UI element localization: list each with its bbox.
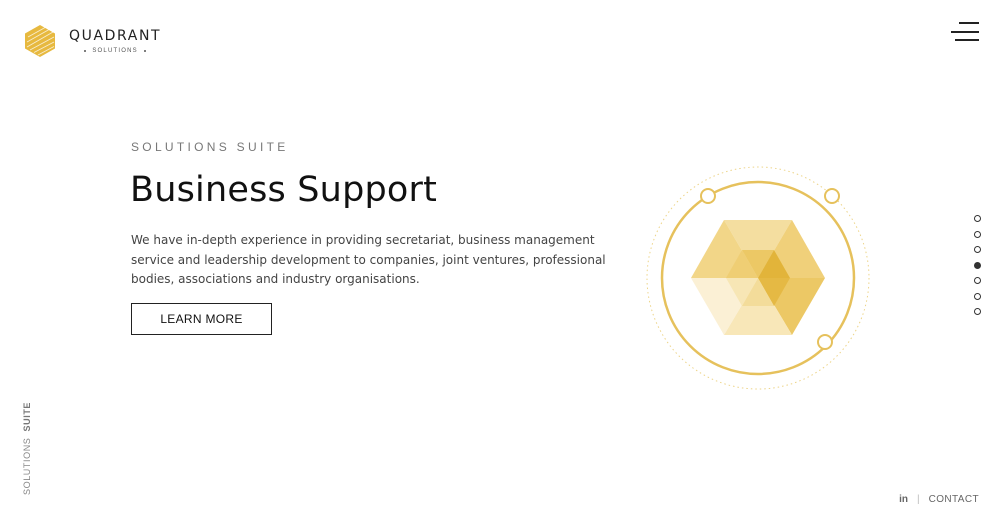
side-label-light: SOLUTIONS: [22, 437, 32, 495]
brand-name: QUADRANT: [69, 28, 162, 44]
dot-decoration: [143, 50, 146, 52]
section-pagination: [974, 215, 981, 315]
logo-text: QUADRANT SOLUTIONS: [69, 28, 161, 54]
section-description: We have in-depth experience in providing…: [131, 233, 606, 286]
menu-line: [959, 22, 979, 24]
pagination-dot[interactable]: [974, 230, 981, 238]
section-eyebrow: SOLUTIONS SUITE: [131, 140, 289, 154]
brand-sub: SOLUTIONS: [84, 48, 146, 54]
pagination-dot-active[interactable]: [974, 261, 981, 269]
dot-decoration: [84, 50, 87, 52]
pagination-dot[interactable]: [974, 215, 981, 222]
vertical-section-label: SOLUTIONS SUITE: [22, 402, 32, 495]
logo[interactable]: QUADRANT SOLUTIONS: [24, 24, 161, 58]
brand-sub-label: SOLUTIONS: [92, 48, 138, 54]
pagination-dot[interactable]: [974, 277, 981, 284]
menu-line: [951, 31, 979, 33]
footer-separator: |: [917, 494, 920, 505]
footer: in | CONTACT: [899, 494, 979, 505]
linkedin-icon[interactable]: in: [899, 494, 908, 505]
contact-link[interactable]: CONTACT: [929, 494, 979, 505]
menu-line: [955, 39, 979, 41]
hexagon-cube-icon: [646, 166, 870, 390]
quadrant-logo-icon: [25, 25, 55, 57]
learn-more-button[interactable]: LEARN MORE: [131, 303, 272, 335]
menu-icon[interactable]: [951, 22, 979, 42]
pagination-dot[interactable]: [974, 246, 981, 253]
pagination-dot[interactable]: [974, 308, 981, 315]
pagination-dot[interactable]: [974, 292, 981, 300]
side-label-bold: SUITE: [22, 401, 32, 432]
page-title: Business Support: [130, 170, 438, 210]
